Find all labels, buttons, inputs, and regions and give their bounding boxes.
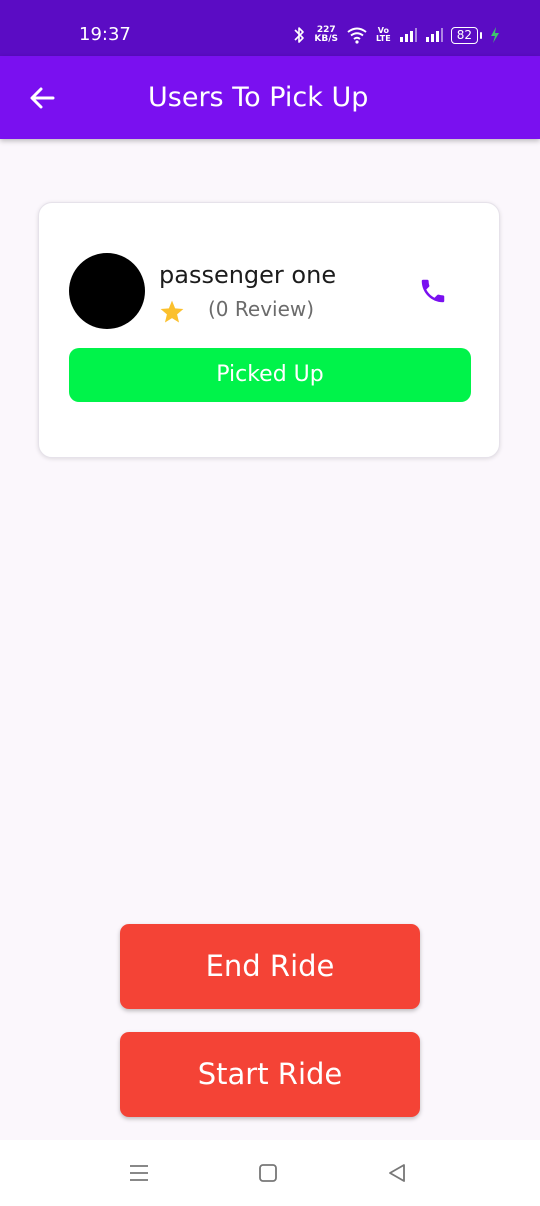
status-bar: 19:37 227 KB/S Vo LTE 82 bbox=[0, 0, 540, 56]
page-title: Users To Pick Up bbox=[148, 82, 369, 113]
network-speed: 227 KB/S bbox=[314, 26, 338, 44]
volte-indicator: Vo LTE bbox=[376, 27, 391, 43]
bluetooth-icon bbox=[294, 27, 305, 43]
charging-bolt-icon bbox=[491, 27, 499, 43]
call-button[interactable] bbox=[415, 273, 451, 309]
wifi-icon bbox=[347, 27, 367, 44]
arrow-left-icon bbox=[30, 87, 55, 109]
battery-tip bbox=[480, 31, 482, 39]
status-time: 19:37 bbox=[79, 24, 131, 45]
battery-icon: 82 bbox=[450, 26, 482, 44]
start-ride-button[interactable]: Start Ride bbox=[120, 1032, 420, 1117]
menu-icon bbox=[130, 1165, 148, 1181]
nav-home-button[interactable] bbox=[255, 1160, 281, 1186]
phone-icon bbox=[421, 279, 445, 303]
passenger-card: passenger one (0 Review) Picked Up bbox=[38, 202, 500, 458]
app-bar: Users To Pick Up bbox=[0, 56, 540, 139]
nav-back-button[interactable] bbox=[384, 1160, 410, 1186]
star-icon bbox=[160, 300, 184, 323]
nav-menu-button[interactable] bbox=[126, 1160, 152, 1186]
review-count: (0 Review) bbox=[208, 297, 315, 321]
home-icon bbox=[259, 1164, 277, 1182]
back-icon bbox=[389, 1164, 405, 1182]
network-speed-unit: KB/S bbox=[314, 34, 339, 44]
signal-icon bbox=[425, 28, 443, 42]
status-icons: 227 KB/S Vo LTE 82 bbox=[292, 22, 500, 48]
picked-up-button[interactable]: Picked Up bbox=[69, 348, 471, 402]
avatar bbox=[69, 253, 145, 329]
battery-level: 82 bbox=[450, 26, 478, 44]
navigation-bar bbox=[0, 1140, 540, 1206]
signal-icon bbox=[399, 28, 417, 42]
volte-bottom: LTE bbox=[376, 34, 391, 43]
back-button[interactable] bbox=[22, 78, 62, 118]
end-ride-button[interactable]: End Ride bbox=[120, 924, 420, 1009]
passenger-name: passenger one bbox=[159, 261, 337, 289]
